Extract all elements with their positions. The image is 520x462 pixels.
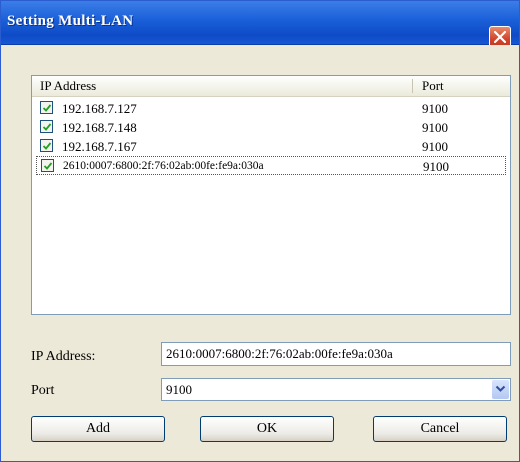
checkmark-icon — [43, 162, 53, 170]
row-ip: 2610:0007:6800:2f:76:02ab:00fe:fe9a:030a — [63, 160, 264, 172]
row-checkbox[interactable] — [40, 120, 53, 133]
row-checkbox[interactable] — [40, 101, 53, 114]
row-checkbox[interactable] — [41, 159, 54, 172]
title-bar[interactable]: Setting Multi-LAN — [1, 1, 519, 48]
dialog-window: Setting Multi-LAN IP Address Port 192.16… — [0, 0, 520, 462]
row-checkbox[interactable] — [40, 139, 53, 152]
column-header-ip[interactable]: IP Address — [40, 78, 96, 94]
dropdown-button[interactable] — [492, 380, 509, 399]
column-separator[interactable] — [412, 79, 413, 93]
add-button[interactable]: Add — [31, 416, 165, 442]
checkmark-icon — [42, 123, 52, 131]
port-select-value: 9100 — [166, 382, 192, 397]
row-port: 9100 — [422, 101, 448, 116]
list-item[interactable]: 192.168.7.127 9100 — [36, 99, 506, 118]
port-label: Port — [31, 383, 55, 398]
checkmark-icon — [42, 142, 52, 150]
chevron-down-icon — [495, 385, 506, 392]
ip-list[interactable]: IP Address Port 192.168.7.127 9100 192.1… — [31, 75, 511, 315]
row-port: 9100 — [422, 120, 448, 135]
ok-button[interactable]: OK — [200, 416, 334, 442]
checkmark-icon — [42, 104, 52, 112]
row-ip: 192.168.7.127 — [62, 101, 137, 116]
list-item[interactable]: 192.168.7.167 9100 — [36, 137, 506, 156]
row-port: 9100 — [423, 159, 449, 174]
list-header: IP Address Port — [32, 76, 510, 97]
list-item[interactable]: 192.168.7.148 9100 — [36, 118, 506, 137]
port-select[interactable]: 9100 — [161, 378, 511, 401]
row-port: 9100 — [422, 139, 448, 154]
cancel-button[interactable]: Cancel — [373, 416, 507, 442]
ip-address-input[interactable]: 2610:0007:6800:2f:76:02ab:00fe:fe9a:030a — [161, 342, 511, 366]
row-ip: 192.168.7.148 — [62, 120, 137, 135]
list-item[interactable]: 2610:0007:6800:2f:76:02ab:00fe:fe9a:030a… — [36, 156, 506, 175]
row-ip: 192.168.7.167 — [62, 139, 137, 154]
ip-address-label: IP Address: — [31, 349, 96, 364]
column-header-port[interactable]: Port — [422, 78, 444, 94]
window-title: Setting Multi-LAN — [7, 13, 134, 29]
close-icon — [494, 31, 506, 43]
dialog-body: IP Address Port 192.168.7.127 9100 192.1… — [1, 45, 519, 461]
